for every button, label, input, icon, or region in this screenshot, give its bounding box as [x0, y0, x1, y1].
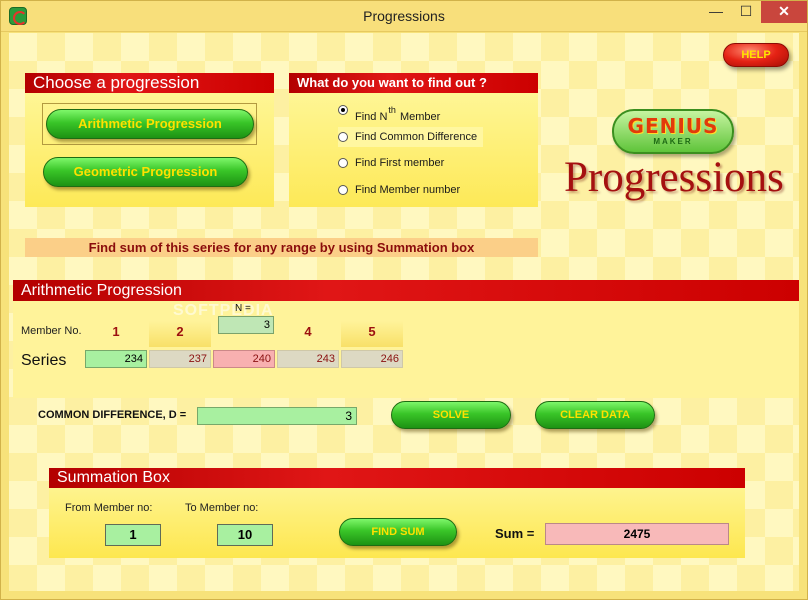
find-sum-button[interactable]: FIND SUM	[339, 518, 457, 546]
sum-result: 2475	[545, 523, 729, 545]
member-no-label: Member No.	[21, 325, 82, 337]
app-title-banner: Progressions	[564, 154, 784, 201]
series-value-3: 240	[213, 350, 275, 368]
common-difference-input[interactable]: 3	[197, 407, 357, 425]
n-input[interactable]: 3	[218, 316, 274, 334]
geometric-progression-button[interactable]: Geometric Progression	[43, 157, 248, 187]
choose-progression-header: Choose a progression	[25, 73, 274, 93]
radio-find-nth-member[interactable]: Find Nth Member	[338, 100, 488, 123]
to-member-input[interactable]: 10	[217, 524, 273, 546]
member-number-2: 2	[149, 321, 211, 347]
common-difference-label: COMMON DIFFERENCE, D =	[38, 409, 187, 421]
member-number-5: 5	[341, 321, 403, 347]
arithmetic-selected-frame: Arithmetic Progression	[42, 103, 257, 145]
summation-box-header: Summation Box	[49, 468, 745, 488]
radio-label: Find First member	[355, 157, 445, 169]
radio-dot-selected[interactable]	[338, 105, 348, 115]
arithmetic-progression-header: Arithmetic Progression	[13, 280, 799, 301]
client-area: Choose a progression Arithmetic Progress…	[9, 33, 799, 591]
close-button[interactable]: ✕	[761, 1, 807, 23]
radio-label: Find Member number	[355, 184, 461, 196]
sum-label: Sum =	[495, 526, 535, 541]
radio-find-common-difference[interactable]: Find Common Difference	[338, 127, 483, 147]
radio-label: Find Nth Member	[355, 105, 441, 123]
choose-progression-panel: Choose a progression Arithmetic Progress…	[25, 73, 274, 207]
clear-data-button[interactable]: CLEAR DATA	[535, 401, 655, 429]
series-value-5: 246	[341, 350, 403, 368]
series-value-1[interactable]: 234	[85, 350, 147, 368]
arithmetic-progression-panel: Arithmetic Progression SOFTPEDIA Member …	[13, 280, 799, 398]
radio-find-member-number[interactable]: Find Member number	[338, 180, 488, 200]
logo-genius-text: GENIUS	[627, 114, 719, 138]
member-number-4: 4	[304, 324, 312, 339]
summation-hint-banner: Find sum of this series for any range by…	[25, 238, 538, 257]
radio-dot[interactable]	[338, 158, 348, 168]
member-number-1: 1	[112, 324, 120, 339]
help-button[interactable]: HELP	[723, 43, 789, 67]
title-bar[interactable]: Progressions — ☐ ✕	[1, 1, 807, 32]
series-value-2: 237	[149, 350, 211, 368]
summation-box-panel: Summation Box From Member no: To Member …	[49, 468, 745, 558]
logo-maker-text: MAKER	[653, 137, 693, 146]
find-out-header: What do you want to find out ?	[289, 73, 538, 93]
radio-find-first-member[interactable]: Find First member	[338, 153, 488, 173]
maximize-button[interactable]: ☐	[732, 1, 760, 23]
find-out-panel: What do you want to find out ? Find Nth …	[289, 73, 538, 207]
minimize-button[interactable]: —	[701, 1, 731, 23]
solve-button[interactable]: SOLVE	[391, 401, 511, 429]
from-member-label: From Member no:	[65, 502, 153, 514]
from-member-input[interactable]: 1	[105, 524, 161, 546]
n-label: N =	[235, 303, 251, 314]
series-label: Series	[21, 352, 67, 369]
series-value-4: 243	[277, 350, 339, 368]
radio-label: Find Common Difference	[355, 131, 478, 143]
app-window: Progressions — ☐ ✕ Choose a progression …	[0, 0, 808, 600]
radio-dot[interactable]	[338, 185, 348, 195]
to-member-label: To Member no:	[185, 502, 259, 514]
arithmetic-progression-button[interactable]: Arithmetic Progression	[46, 109, 254, 139]
window-title: Progressions	[363, 8, 445, 24]
radio-dot[interactable]	[338, 132, 348, 142]
genius-maker-logo: GENIUS MAKER	[612, 109, 734, 154]
